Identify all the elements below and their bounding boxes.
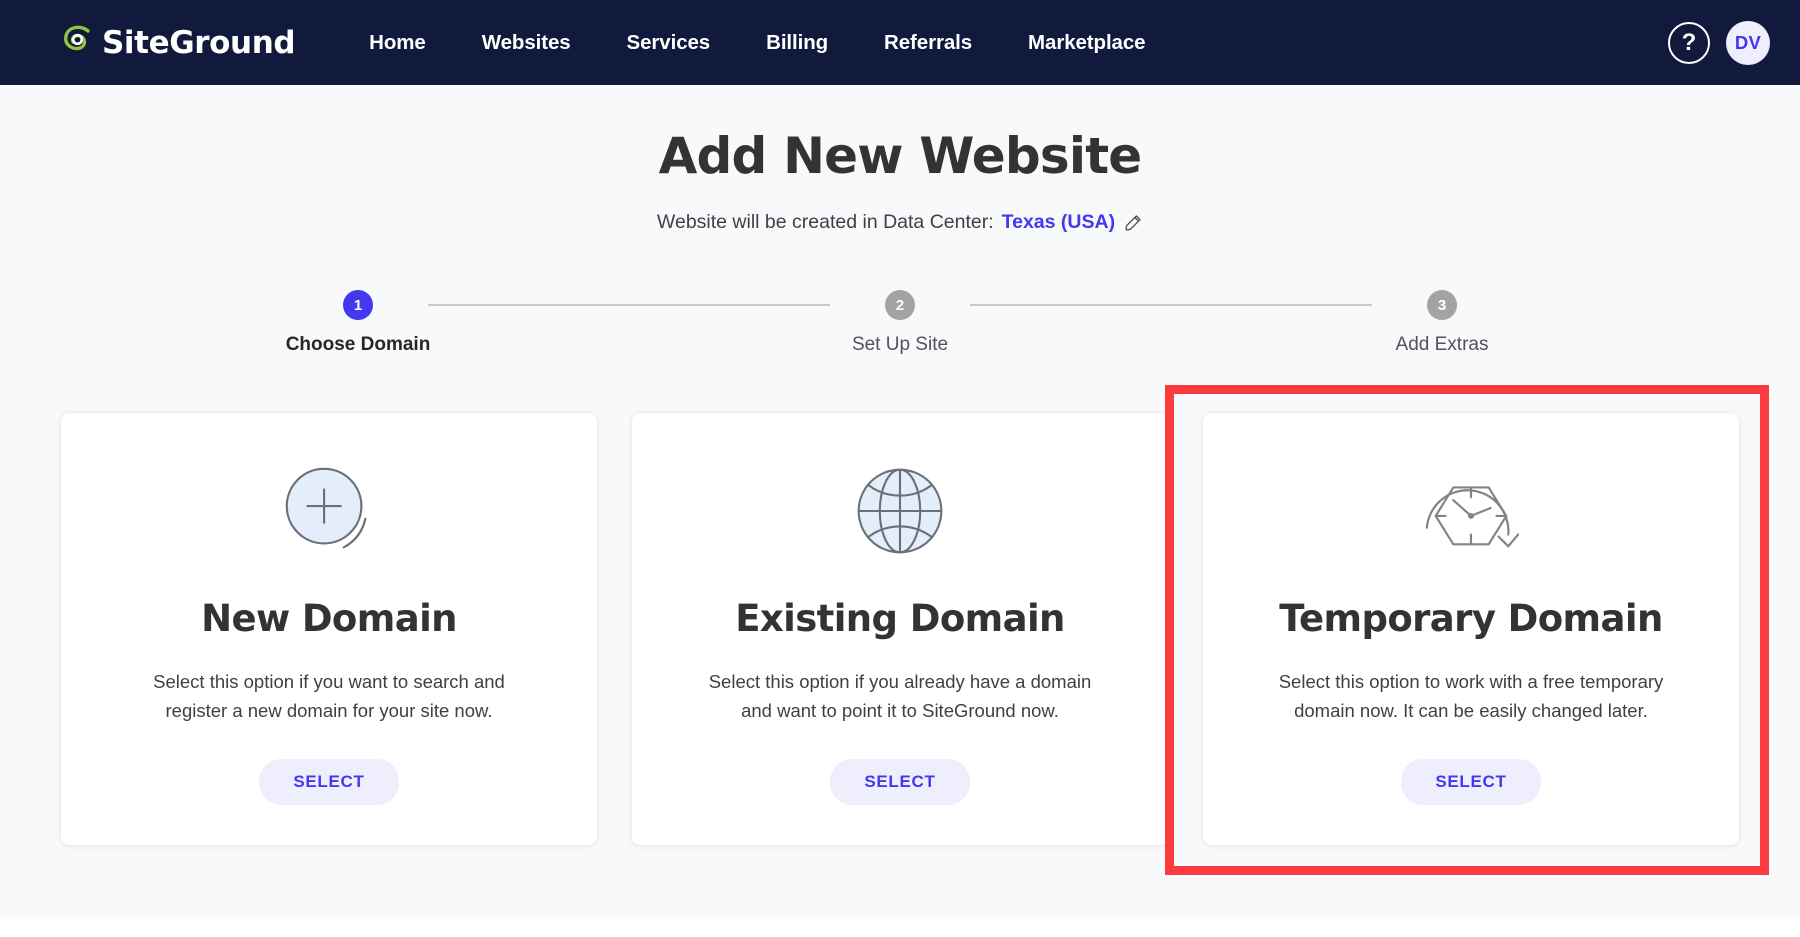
top-navigation-bar: SiteGround Home Websites Services Billin…	[0, 0, 1800, 85]
pencil-icon[interactable]	[1123, 213, 1143, 233]
select-button-temporary-domain[interactable]: SELECT	[1401, 759, 1541, 806]
select-button-new-domain[interactable]: SELECT	[259, 759, 399, 806]
nav-links: Home Websites Services Billing Referrals…	[341, 21, 1173, 65]
data-center-line: Website will be created in Data Center: …	[0, 211, 1800, 234]
siteground-logo-icon	[62, 24, 96, 62]
card-new-domain[interactable]: New Domain Select this option if you wan…	[60, 412, 598, 846]
step-1-number: 1	[343, 290, 373, 320]
card-title: Temporary Domain	[1279, 597, 1663, 640]
data-center-value[interactable]: Texas (USA)	[1002, 211, 1115, 234]
card-title: Existing Domain	[735, 597, 1065, 640]
nav-right-actions: ? DV	[1668, 20, 1770, 65]
card-temporary-domain[interactable]: Temporary Domain Select this option to w…	[1202, 412, 1740, 846]
progress-stepper: 1 Choose Domain 2 Set Up Site 3 Add Extr…	[285, 290, 1512, 356]
nav-link-services[interactable]: Services	[599, 21, 739, 65]
nav-link-websites[interactable]: Websites	[454, 21, 599, 65]
step-3-label: Add Extras	[1395, 334, 1489, 355]
data-center-prefix: Website will be created in Data Center:	[656, 211, 994, 233]
step-3-add-extras[interactable]: 3 Add Extras	[1372, 290, 1512, 356]
step-3-number: 3	[1427, 290, 1457, 320]
domain-option-cards: New Domain Select this option if you wan…	[60, 385, 1769, 875]
step-2-number: 2	[885, 290, 915, 320]
page-title: Add New Website	[658, 127, 1143, 185]
step-connector-1	[428, 304, 830, 306]
card-description: Select this option to work with a free t…	[1278, 671, 1664, 721]
select-button-existing-domain[interactable]: SELECT	[830, 759, 970, 806]
globe-icon	[850, 451, 950, 571]
card-description: Select this option if you already have a…	[708, 671, 1092, 721]
siteground-wordmark: SiteGround	[102, 24, 296, 61]
step-2-label: Set Up Site	[851, 334, 949, 355]
step-2-set-up-site[interactable]: 2 Set Up Site	[830, 290, 970, 356]
card-title: New Domain	[201, 597, 457, 640]
siteground-brand[interactable]: SiteGround	[62, 24, 296, 62]
help-icon[interactable]: ?	[1668, 21, 1710, 64]
nav-link-marketplace[interactable]: Marketplace	[1000, 21, 1173, 65]
card-existing-domain[interactable]: Existing Domain Select this option if yo…	[631, 412, 1169, 846]
temporary-clock-icon	[1414, 451, 1528, 571]
bottom-strip	[0, 919, 1800, 937]
card-description: Select this option if you want to search…	[153, 671, 505, 721]
page-content: Add New Website Website will be created …	[0, 85, 1800, 937]
step-connector-2	[970, 304, 1372, 306]
step-1-choose-domain[interactable]: 1 Choose Domain	[285, 290, 431, 356]
plus-circle-icon	[275, 451, 383, 571]
avatar[interactable]: DV	[1726, 20, 1770, 65]
nav-link-home[interactable]: Home	[341, 21, 454, 65]
step-1-label: Choose Domain	[285, 334, 431, 355]
nav-link-referrals[interactable]: Referrals	[856, 21, 1000, 65]
nav-link-billing[interactable]: Billing	[738, 21, 856, 65]
